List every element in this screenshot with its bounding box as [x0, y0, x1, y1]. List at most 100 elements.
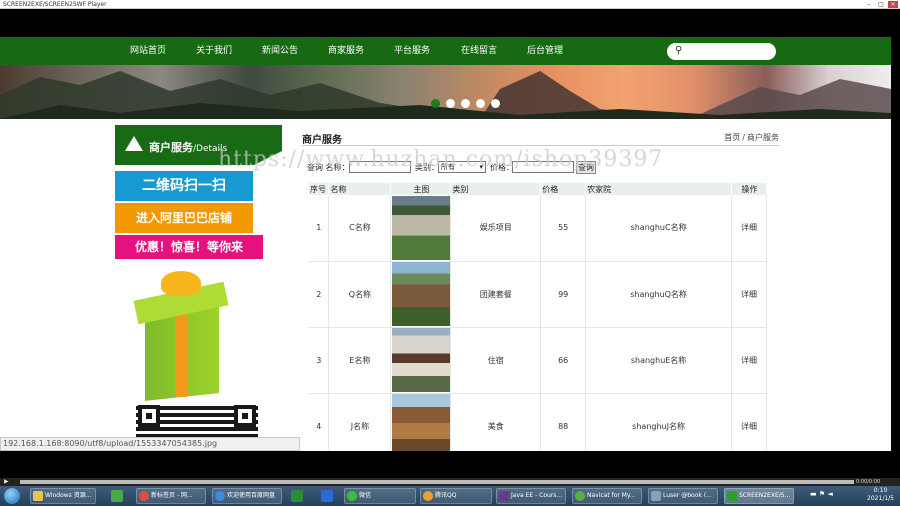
row-name: J名称 — [328, 393, 392, 451]
clock[interactable]: 0:10 2021/1/5 — [867, 487, 894, 503]
flag-icon[interactable]: ⚑ — [819, 490, 825, 498]
title-bar: SCREEN2EXE/SCREEN2SWF Player – □ × — [0, 0, 900, 9]
row-price: 66 — [540, 327, 587, 394]
carousel-dot[interactable] — [476, 99, 485, 108]
row-detail-link[interactable]: 详细 — [731, 327, 768, 394]
sidebar-title: 商户服务 — [149, 141, 193, 154]
maximize-button[interactable]: □ — [876, 1, 886, 8]
window-controls: – □ × — [864, 1, 898, 8]
mountain-scenery-image — [0, 71, 891, 119]
taskbar-item[interactable] — [288, 488, 306, 504]
player-window: SCREEN2EXE/SCREEN2SWF Player – □ × 网站首页 … — [0, 0, 900, 506]
tent-icon — [125, 136, 143, 151]
col-header-farm: 农家院 — [585, 183, 732, 195]
taskbar: Windows 资源... 新标签页 - 网... 欢迎使用百度网盘 微信 腾讯… — [0, 486, 900, 506]
nav-about[interactable]: 关于我们 — [196, 37, 232, 65]
row-image[interactable] — [391, 328, 450, 392]
row-detail-link[interactable]: 详细 — [731, 393, 768, 451]
carousel-dot[interactable] — [446, 99, 455, 108]
breadcrumb-separator: / — [742, 133, 745, 142]
taskbar-item[interactable]: Luser @book (... — [648, 488, 718, 504]
promo-line-2: 进入阿里巴巴店铺 — [115, 203, 253, 233]
main-nav: 网站首页 关于我们 新闻公告 商家服务 平台服务 在线留言 后台管理 ⚲ — [0, 37, 891, 65]
nav-home[interactable]: 网站首页 — [130, 37, 166, 65]
row-name: E名称 — [328, 327, 392, 394]
search-input[interactable]: ⚲ — [667, 43, 776, 60]
col-header-category: 类别 — [450, 183, 542, 195]
gift-box-icon — [133, 271, 229, 401]
row-price: 88 — [540, 393, 587, 451]
row-no: 2 — [309, 261, 330, 328]
taskbar-item[interactable]: SCREEN2EXE/S... — [724, 488, 794, 504]
close-button[interactable]: × — [888, 1, 898, 8]
clock-time: 0:10 — [873, 487, 888, 494]
sidebar: 商户服务/Details 二维码扫一扫 进入阿里巴巴店铺 优惠！惊喜！等你来 — [115, 125, 282, 451]
row-farm: shanghuE名称 — [585, 327, 732, 394]
row-image[interactable] — [391, 262, 450, 326]
wechat-icon — [347, 491, 357, 501]
breadcrumb-home[interactable]: 首页 — [724, 133, 740, 142]
page-title: 商户服务 — [302, 135, 342, 146]
watermark: https://www.huzhan.com/ishop39397 — [218, 147, 664, 172]
promo-line-3: 优惠！惊喜！等你来 — [115, 235, 263, 259]
col-header-price: 价格 — [540, 183, 587, 195]
carousel-dot[interactable] — [491, 99, 500, 108]
play-icon[interactable]: ▶ — [4, 478, 9, 486]
app-icon — [291, 490, 303, 502]
taskbar-item[interactable] — [318, 488, 336, 504]
row-image[interactable] — [391, 394, 450, 451]
nav-platform-services[interactable]: 平台服务 — [394, 37, 430, 65]
breadcrumb-current: 商户服务 — [747, 133, 779, 142]
app-icon — [111, 490, 123, 502]
browser-status-url: 192.168.1.168:8090/utf8/upload/155334705… — [0, 437, 300, 451]
hero-banner — [0, 65, 891, 119]
seek-bar[interactable] — [20, 480, 854, 484]
taskbar-item[interactable]: 新标签页 - 网... — [136, 488, 206, 504]
taskbar-item[interactable]: Windows 资源... — [30, 488, 96, 504]
breadcrumb: 首页 / 商户服务 — [723, 132, 780, 143]
start-button[interactable] — [4, 488, 20, 504]
row-detail-link[interactable]: 详细 — [731, 195, 768, 262]
carousel-dot[interactable] — [461, 99, 470, 108]
player-controls: ▶ 0:00/0:00 — [0, 478, 900, 486]
taskbar-item[interactable]: Navicat for My... — [572, 488, 642, 504]
taskbar-item[interactable]: 欢迎使用百度网盘 — [212, 488, 282, 504]
table-row: 4 J名称 美食 88 shanghuJ名称 详细 — [309, 393, 768, 451]
network-icon[interactable]: ▬ — [810, 490, 817, 498]
merchant-table: 序号 名称 主图 类别 价格 农家院 操作 1 C名称 娱乐项目 55 shan… — [309, 183, 768, 451]
taskbar-item[interactable]: 微信 — [344, 488, 416, 504]
row-category: 住宿 — [450, 327, 542, 394]
nav-admin[interactable]: 后台管理 — [527, 37, 563, 65]
row-farm: shanghuC名称 — [585, 195, 732, 262]
nav-messages[interactable]: 在线留言 — [461, 37, 497, 65]
carousel-dot[interactable] — [431, 99, 440, 108]
row-farm: shanghuQ名称 — [585, 261, 732, 328]
row-detail-link[interactable]: 详细 — [731, 261, 768, 328]
table-row: 2 Q名称 团建套餐 99 shanghuQ名称 详细 — [309, 261, 768, 328]
volume-icon[interactable]: ◄ — [827, 490, 832, 498]
row-category: 美食 — [450, 393, 542, 451]
screen2exe-icon — [727, 491, 737, 501]
row-no: 1 — [309, 195, 330, 262]
taskbar-item[interactable]: 腾讯QQ — [420, 488, 492, 504]
folder-icon — [33, 491, 43, 501]
app-icon — [321, 490, 333, 502]
nav-merchant-services[interactable]: 商家服务 — [328, 37, 364, 65]
row-image[interactable] — [391, 195, 450, 260]
table-row: 1 C名称 娱乐项目 55 shanghuC名称 详细 — [309, 195, 768, 262]
clock-date: 2021/1/5 — [867, 495, 894, 502]
table-header-row: 序号 名称 主图 类别 价格 农家院 操作 — [309, 183, 768, 195]
promo-line-1: 二维码扫一扫 — [115, 171, 253, 201]
col-header-image: 主图 — [390, 183, 452, 195]
row-price: 55 — [540, 195, 587, 262]
row-category: 娱乐项目 — [450, 195, 542, 262]
minimize-button[interactable]: – — [864, 1, 874, 8]
taskbar-item[interactable] — [108, 488, 126, 504]
taskbar-item[interactable]: Java EE - Cours... — [496, 488, 566, 504]
eclipse-icon — [499, 491, 509, 501]
system-tray: ▬ ⚑ ◄ — [810, 490, 833, 498]
window-title: SCREEN2EXE/SCREEN2SWF Player — [3, 1, 107, 8]
navicat-icon — [575, 491, 585, 501]
nav-news[interactable]: 新闻公告 — [262, 37, 298, 65]
row-name: C名称 — [328, 195, 392, 262]
